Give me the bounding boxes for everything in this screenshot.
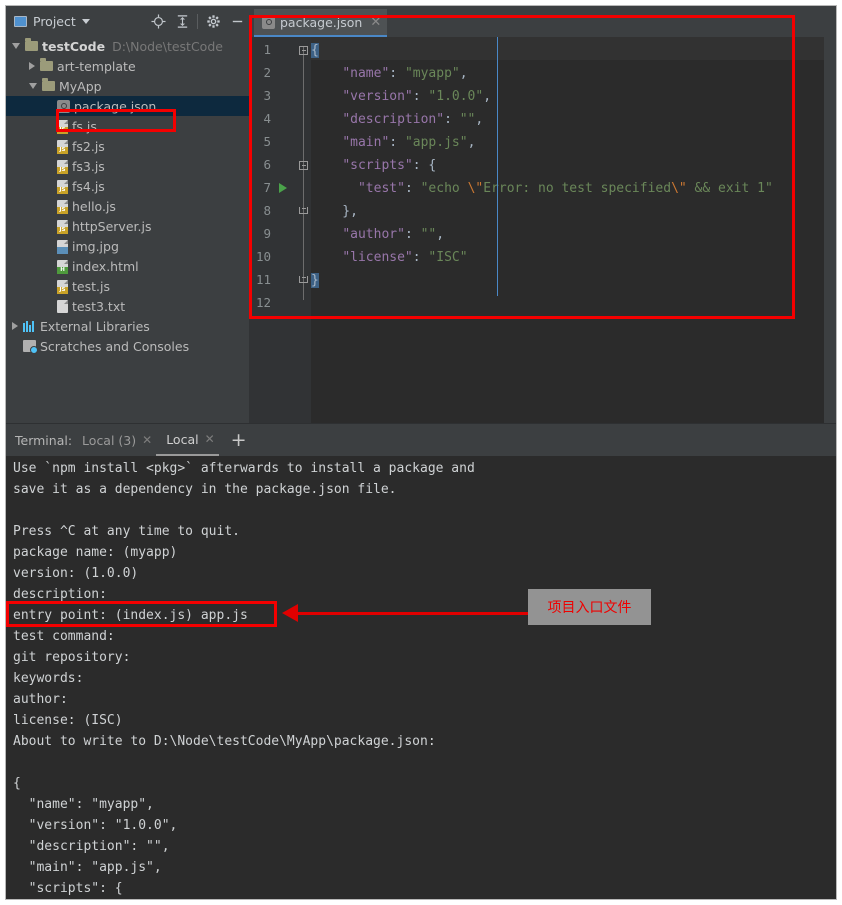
terminal-title: Terminal:	[15, 432, 73, 448]
terminal-line: "scripts": {	[13, 881, 123, 896]
project-toolbar: Project	[6, 6, 249, 36]
chevron-down-icon[interactable]	[29, 83, 37, 89]
project-window-icon	[14, 15, 27, 27]
collapse-all-glyph	[177, 14, 187, 28]
annotation-arrow-head	[282, 604, 298, 622]
tree-item-httpserver-js[interactable]: JS httpServer.js	[6, 216, 249, 236]
close-icon[interactable]: ✕	[142, 433, 152, 447]
html-file-icon: H	[57, 259, 68, 274]
close-icon[interactable]: ✕	[205, 432, 215, 446]
gear-glyph	[206, 14, 220, 28]
annotation-box-editor	[249, 15, 795, 319]
terminal-line: save it as a dependency in the package.j…	[13, 482, 397, 497]
terminal-line: {	[13, 776, 21, 791]
js-file-icon: JS	[57, 159, 68, 174]
tree-item-label: testCode	[42, 38, 106, 54]
tree-item-myapp[interactable]: MyApp	[6, 76, 249, 96]
tree-item-fs3-js[interactable]: JS fs3.js	[6, 156, 249, 176]
collapse-all-icon[interactable]	[170, 9, 194, 33]
scratches-icon	[23, 340, 38, 354]
tree-item-label: test.js	[72, 278, 110, 294]
annotation-callout-text: 项目入口文件	[547, 600, 632, 616]
terminal-line: "version": "1.0.0",	[13, 818, 178, 833]
chevron-down-icon[interactable]	[81, 18, 90, 24]
tree-item-label: MyApp	[59, 78, 102, 94]
tree-item-label: Scratches and Consoles	[40, 338, 190, 354]
js-file-icon: JS	[57, 279, 68, 294]
annotation-box-entry-point	[6, 601, 277, 627]
chevron-down-icon[interactable]	[12, 43, 20, 49]
chevron-right-icon[interactable]	[29, 62, 35, 70]
terminal-tabbar: Terminal: Local (3) ✕ Local ✕ +	[6, 424, 836, 456]
libraries-icon	[23, 320, 36, 332]
terminal-tab-label: Local (3)	[82, 432, 137, 448]
chevron-right-icon[interactable]	[12, 322, 18, 330]
tree-item-label: index.html	[72, 258, 139, 274]
tree-item-label: art-template	[57, 58, 136, 74]
tree-item-label: External Libraries	[40, 318, 150, 334]
terminal-line: author:	[13, 692, 68, 707]
terminal-line: Use `npm install <pkg>` afterwards to in…	[13, 461, 475, 476]
tree-item-art-template[interactable]: art-template	[6, 56, 249, 76]
tree-item-label: img.jpg	[72, 238, 119, 254]
tree-item-external-libraries[interactable]: External Libraries	[6, 316, 249, 336]
terminal-line: license: (ISC)	[13, 713, 123, 728]
js-file-icon: JS	[57, 199, 68, 214]
tree-item-scratches-and-consoles[interactable]: Scratches and Consoles	[6, 336, 249, 356]
tree-item-test-js[interactable]: JS test.js	[6, 276, 249, 296]
terminal-line: test command:	[13, 629, 115, 644]
minimize-glyph	[232, 20, 242, 22]
tree-item-img-jpg[interactable]: img.jpg	[6, 236, 249, 256]
tree-item-label: httpServer.js	[72, 218, 152, 234]
terminal-output[interactable]: Use `npm install <pkg>` afterwards to in…	[6, 456, 836, 899]
locate-target-icon[interactable]	[146, 9, 170, 33]
terminal-line: Press ^C at any time to quit.	[13, 524, 240, 539]
terminal-tab-label: Local	[166, 431, 199, 447]
image-file-icon	[57, 239, 68, 254]
tree-item-hello-js[interactable]: JS hello.js	[6, 196, 249, 216]
terminal-line: version: (1.0.0)	[13, 566, 139, 581]
ide-window: Project testCode D:\Node\testCode art-te…	[5, 5, 837, 900]
js-file-icon: JS	[57, 219, 68, 234]
tree-item-label: test3.txt	[72, 298, 126, 314]
editor-scroll-rail[interactable]	[824, 6, 836, 424]
folder-icon	[25, 38, 38, 51]
toolbar-divider	[197, 13, 198, 29]
js-file-icon: JS	[57, 179, 68, 194]
folder-icon	[42, 78, 55, 91]
tree-item-fs4-js[interactable]: JS fs4.js	[6, 176, 249, 196]
toolbar-icon-group	[146, 9, 249, 33]
tree-item-label: fs2.js	[72, 138, 105, 154]
terminal-line: git repository:	[13, 650, 131, 665]
terminal-line: package name: (myapp)	[13, 545, 178, 560]
annotation-box-package-json-tree	[56, 109, 176, 132]
tree-item-fs2-js[interactable]: JS fs2.js	[6, 136, 249, 156]
tree-item-testcode[interactable]: testCode D:\Node\testCode	[6, 36, 249, 56]
terminal-tab-local-3[interactable]: Local (3) ✕	[72, 424, 156, 456]
tree-item-label: fs4.js	[72, 178, 105, 194]
settings-gear-icon[interactable]	[201, 9, 225, 33]
tree-item-test3-txt[interactable]: test3.txt	[6, 296, 249, 316]
tree-item-path: D:\Node\testCode	[112, 38, 223, 54]
terminal-line: "description": "",	[13, 839, 170, 854]
project-label[interactable]: Project	[33, 14, 76, 29]
text-file-icon	[57, 299, 68, 313]
project-tree[interactable]: testCode D:\Node\testCode art-template MyAp…	[6, 36, 249, 424]
js-file-icon: JS	[57, 139, 68, 154]
add-terminal-tab-button[interactable]: +	[231, 430, 247, 450]
annotation-callout-entry-file: 项目入口文件	[528, 589, 651, 625]
minimize-icon[interactable]	[225, 9, 249, 33]
tree-item-index-html[interactable]: Hindex.html	[6, 256, 249, 276]
folder-icon	[40, 58, 53, 71]
terminal-line: About to write to D:\Node\testCode\MyApp…	[13, 734, 436, 749]
terminal-tab-local[interactable]: Local ✕	[156, 424, 219, 456]
locate-target-glyph	[150, 13, 166, 29]
annotation-arrow-line	[298, 612, 528, 615]
tree-item-label: hello.js	[72, 198, 116, 214]
tree-item-label: fs3.js	[72, 158, 105, 174]
terminal-line: "main": "app.js",	[13, 860, 162, 875]
terminal-line: keywords:	[13, 671, 84, 686]
terminal-line: "name": "myapp",	[13, 797, 154, 812]
